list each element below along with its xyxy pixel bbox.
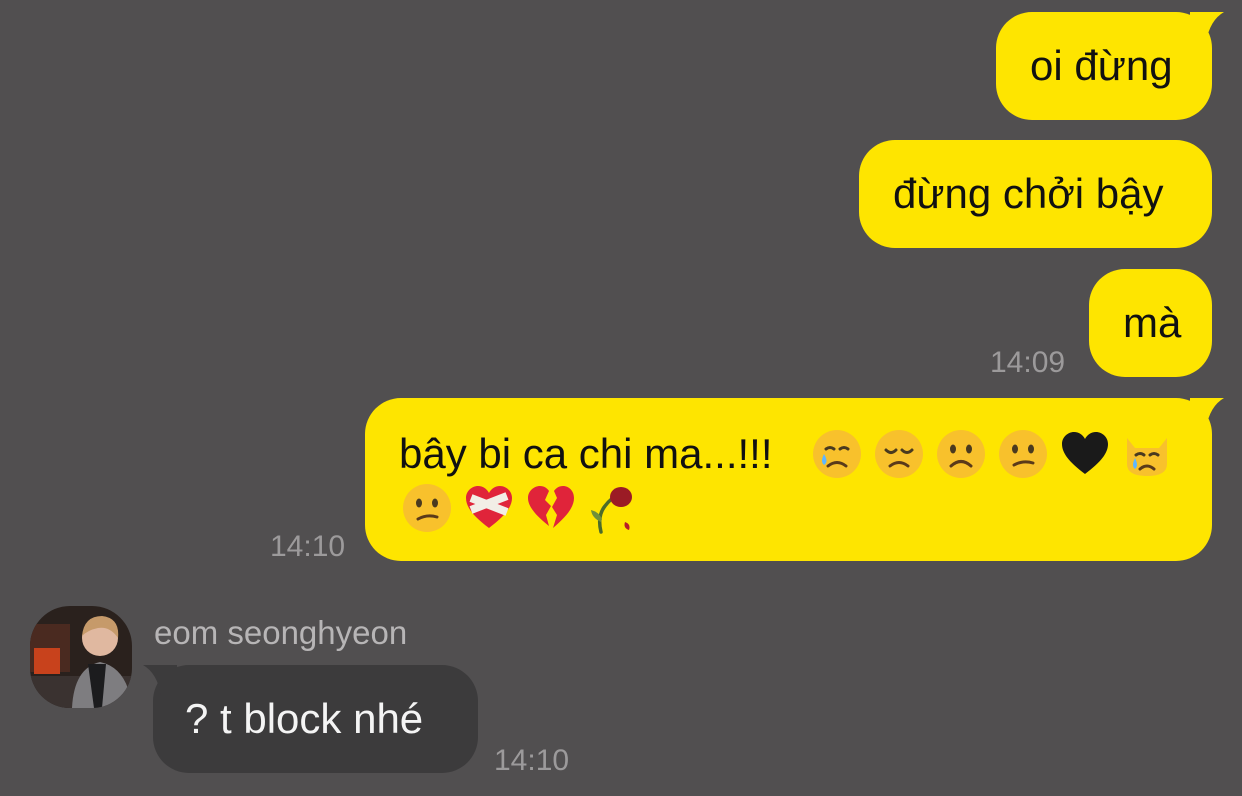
emoji-row xyxy=(811,428,1173,480)
outgoing-message-bubble[interactable]: bây bi ca chi ma...!!! xyxy=(365,398,1212,561)
sender-name: eom seonghyeon xyxy=(154,614,408,651)
incoming-message-bubble[interactable]: ? t block nhé xyxy=(153,665,478,773)
mending-heart-icon xyxy=(463,482,515,534)
confused-face-icon xyxy=(401,482,453,534)
wilted-flower-icon xyxy=(587,482,639,534)
broken-heart-icon xyxy=(525,482,577,534)
emoji-row xyxy=(401,482,639,534)
outgoing-message-bubble[interactable]: đừng chởi bậy xyxy=(859,140,1212,248)
message-text: ? t block nhé xyxy=(185,695,424,742)
message-text: mà xyxy=(1123,299,1182,346)
crying-cat-icon xyxy=(1121,428,1173,480)
message-timestamp: 14:10 xyxy=(270,530,346,563)
avatar[interactable] xyxy=(30,606,132,708)
bubble-tail xyxy=(1190,398,1224,428)
message-text: đừng chởi bậy xyxy=(893,170,1164,217)
black-heart-icon xyxy=(1059,428,1111,480)
message-text: bây bi ca chi ma...!!! xyxy=(399,430,773,477)
disappointed-face-icon xyxy=(873,428,925,480)
outgoing-message-bubble[interactable]: mà xyxy=(1089,269,1212,377)
message-timestamp: 14:10 xyxy=(494,744,570,777)
bubble-tail xyxy=(143,665,177,695)
crying-face-icon xyxy=(811,428,863,480)
message-text: oi đừng xyxy=(1030,42,1173,89)
outgoing-message-bubble[interactable]: oi đừng xyxy=(996,12,1212,120)
frowning-face-icon xyxy=(935,428,987,480)
confused-face-icon xyxy=(997,428,1049,480)
bubble-tail xyxy=(1190,12,1224,42)
message-timestamp: 14:09 xyxy=(990,346,1066,379)
